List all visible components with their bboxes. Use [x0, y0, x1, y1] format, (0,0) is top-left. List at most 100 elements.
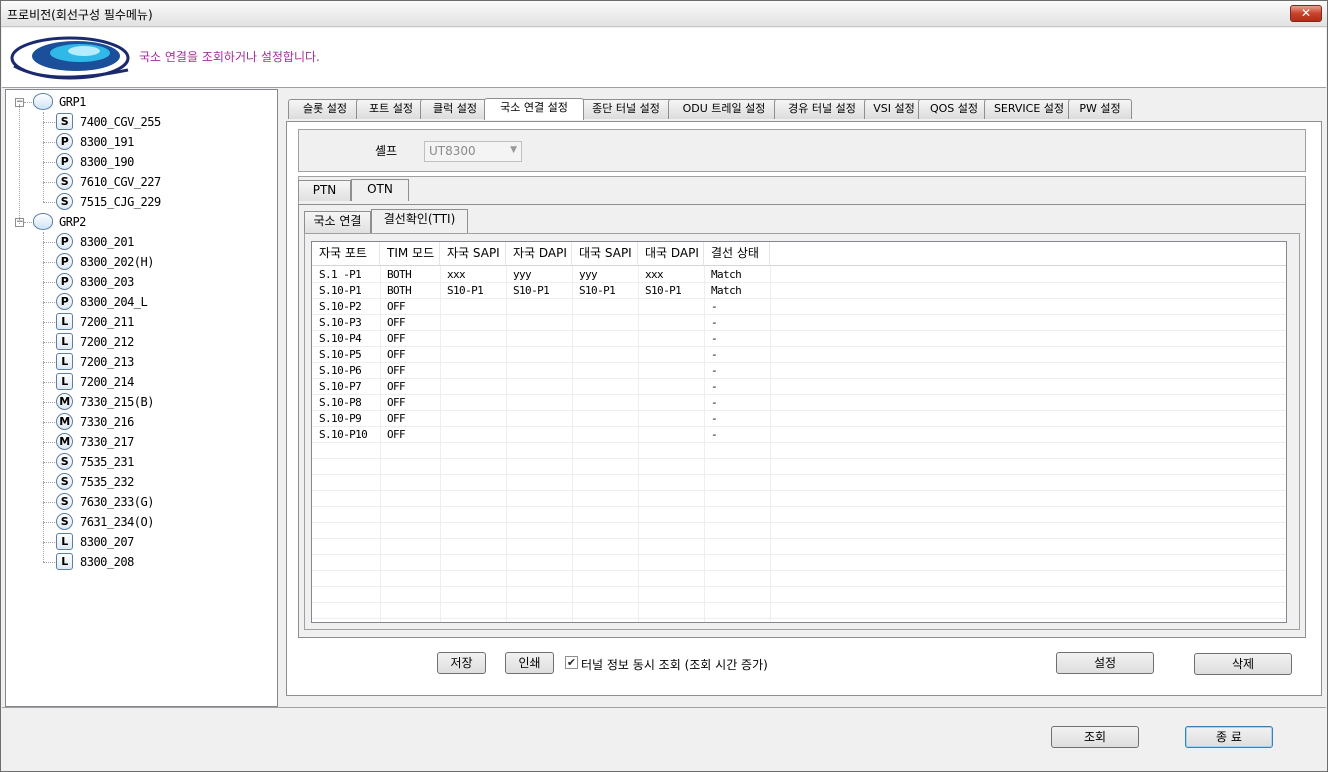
- table-cell[interactable]: [440, 363, 506, 379]
- table-cell[interactable]: OFF: [380, 315, 440, 331]
- table-cell[interactable]: yyy: [572, 267, 638, 283]
- table-cell[interactable]: OFF: [380, 411, 440, 427]
- tab-7[interactable]: VSI 설정: [864, 99, 924, 119]
- table-cell[interactable]: S.10-P10: [312, 427, 380, 443]
- table-cell[interactable]: [638, 379, 704, 395]
- tunnel-check-checkbox[interactable]: ✔: [565, 656, 578, 669]
- table-cell[interactable]: -: [704, 411, 770, 427]
- table-cell[interactable]: xxx: [638, 267, 704, 283]
- table-cell[interactable]: [638, 299, 704, 315]
- tab-3[interactable]: 국소 연결 설정: [484, 98, 584, 120]
- table-cell[interactable]: OFF: [380, 395, 440, 411]
- column-header[interactable]: 자국 포트: [312, 242, 380, 266]
- tab-2[interactable]: 클럭 설정: [420, 99, 490, 119]
- table-cell[interactable]: [638, 411, 704, 427]
- table-cell[interactable]: -: [704, 299, 770, 315]
- table-cell[interactable]: xxx: [440, 267, 506, 283]
- tab-9[interactable]: SERVICE 설정: [984, 99, 1074, 119]
- table-cell[interactable]: [572, 331, 638, 347]
- table-cell[interactable]: [572, 379, 638, 395]
- table-cell[interactable]: -: [704, 331, 770, 347]
- tab-4[interactable]: 종단 터널 설정: [578, 99, 674, 119]
- tab-10[interactable]: PW 설정: [1068, 99, 1132, 119]
- table-cell[interactable]: [506, 379, 572, 395]
- table-cell[interactable]: Match: [704, 283, 770, 299]
- column-header[interactable]: 자국 DAPI: [506, 242, 572, 266]
- table-cell[interactable]: S.10-P7: [312, 379, 380, 395]
- shelf-select[interactable]: UT8300 ▼: [424, 141, 522, 162]
- tti-table[interactable]: 자국 포트 TIM 모드 자국 SAPI 자국 DAPI 대국 SAPI 대국 DAPI 결…: [311, 241, 1287, 623]
- print-button[interactable]: 인쇄: [505, 652, 554, 674]
- table-cell[interactable]: [638, 347, 704, 363]
- table-cell[interactable]: [572, 411, 638, 427]
- table-cell[interactable]: [506, 331, 572, 347]
- table-cell[interactable]: S.10-P8: [312, 395, 380, 411]
- table-cell[interactable]: -: [704, 363, 770, 379]
- table-cell[interactable]: S.10-P4: [312, 331, 380, 347]
- table-cell[interactable]: [572, 427, 638, 443]
- table-cell[interactable]: S.10-P2: [312, 299, 380, 315]
- table-cell[interactable]: BOTH: [380, 283, 440, 299]
- table-cell[interactable]: OFF: [380, 331, 440, 347]
- table-cell[interactable]: [506, 299, 572, 315]
- table-cell[interactable]: [506, 347, 572, 363]
- column-header[interactable]: 자국 SAPI: [440, 242, 506, 266]
- set-button[interactable]: 설정: [1056, 652, 1154, 674]
- table-cell[interactable]: [440, 299, 506, 315]
- table-cell[interactable]: OFF: [380, 427, 440, 443]
- table-cell[interactable]: [638, 315, 704, 331]
- table-cell[interactable]: [440, 411, 506, 427]
- tab-0[interactable]: 슬롯 설정: [288, 99, 362, 119]
- table-cell[interactable]: [572, 347, 638, 363]
- tab-otn[interactable]: OTN: [351, 179, 409, 201]
- close-button[interactable]: ✕: [1290, 5, 1322, 22]
- table-cell[interactable]: S10-P1: [572, 283, 638, 299]
- table-cell[interactable]: -: [704, 395, 770, 411]
- column-header[interactable]: 대국 SAPI: [572, 242, 638, 266]
- table-cell[interactable]: [506, 427, 572, 443]
- exit-button[interactable]: 종 료: [1185, 726, 1273, 748]
- column-header[interactable]: 결선 상태: [704, 242, 770, 266]
- table-cell[interactable]: -: [704, 315, 770, 331]
- table-cell[interactable]: [638, 331, 704, 347]
- query-button[interactable]: 조회: [1051, 726, 1139, 748]
- table-cell[interactable]: [440, 395, 506, 411]
- table-cell[interactable]: [506, 411, 572, 427]
- table-cell[interactable]: [638, 363, 704, 379]
- table-cell[interactable]: yyy: [506, 267, 572, 283]
- table-cell[interactable]: [440, 331, 506, 347]
- delete-button[interactable]: 삭제: [1194, 653, 1292, 675]
- table-cell[interactable]: BOTH: [380, 267, 440, 283]
- table-cell[interactable]: Match: [704, 267, 770, 283]
- table-cell[interactable]: [572, 315, 638, 331]
- table-cell[interactable]: S.1 -P1: [312, 267, 380, 283]
- table-cell[interactable]: -: [704, 347, 770, 363]
- table-cell[interactable]: [506, 363, 572, 379]
- table-cell[interactable]: OFF: [380, 363, 440, 379]
- tab-tti-check[interactable]: 결선확인(TTI): [371, 209, 468, 233]
- column-header[interactable]: TIM 모드: [380, 242, 440, 266]
- table-cell[interactable]: S10-P1: [440, 283, 506, 299]
- table-cell[interactable]: [440, 379, 506, 395]
- column-header[interactable]: 대국 DAPI: [638, 242, 704, 266]
- table-cell[interactable]: S.10-P9: [312, 411, 380, 427]
- device-tree[interactable]: − GRP1 S 7400_CGV_255 P 8300_191 P 8300_190 S 761…: [5, 89, 278, 707]
- table-cell[interactable]: S10-P1: [638, 283, 704, 299]
- table-cell[interactable]: S.10-P5: [312, 347, 380, 363]
- table-cell[interactable]: [440, 315, 506, 331]
- table-cell[interactable]: OFF: [380, 347, 440, 363]
- table-cell[interactable]: [572, 363, 638, 379]
- tab-6[interactable]: 경유 터널 설정: [774, 99, 870, 119]
- tab-5[interactable]: ODU 트레일 설정: [668, 99, 780, 119]
- table-cell[interactable]: OFF: [380, 299, 440, 315]
- save-button[interactable]: 저장: [437, 652, 486, 674]
- table-cell[interactable]: [506, 315, 572, 331]
- table-cell[interactable]: S.10-P3: [312, 315, 380, 331]
- table-cell[interactable]: [638, 395, 704, 411]
- tab-8[interactable]: QOS 설정: [918, 99, 990, 119]
- table-cell[interactable]: S.10-P1: [312, 283, 380, 299]
- table-cell[interactable]: -: [704, 427, 770, 443]
- table-cell[interactable]: -: [704, 379, 770, 395]
- table-cell[interactable]: S.10-P6: [312, 363, 380, 379]
- tab-ptn[interactable]: PTN: [298, 180, 351, 201]
